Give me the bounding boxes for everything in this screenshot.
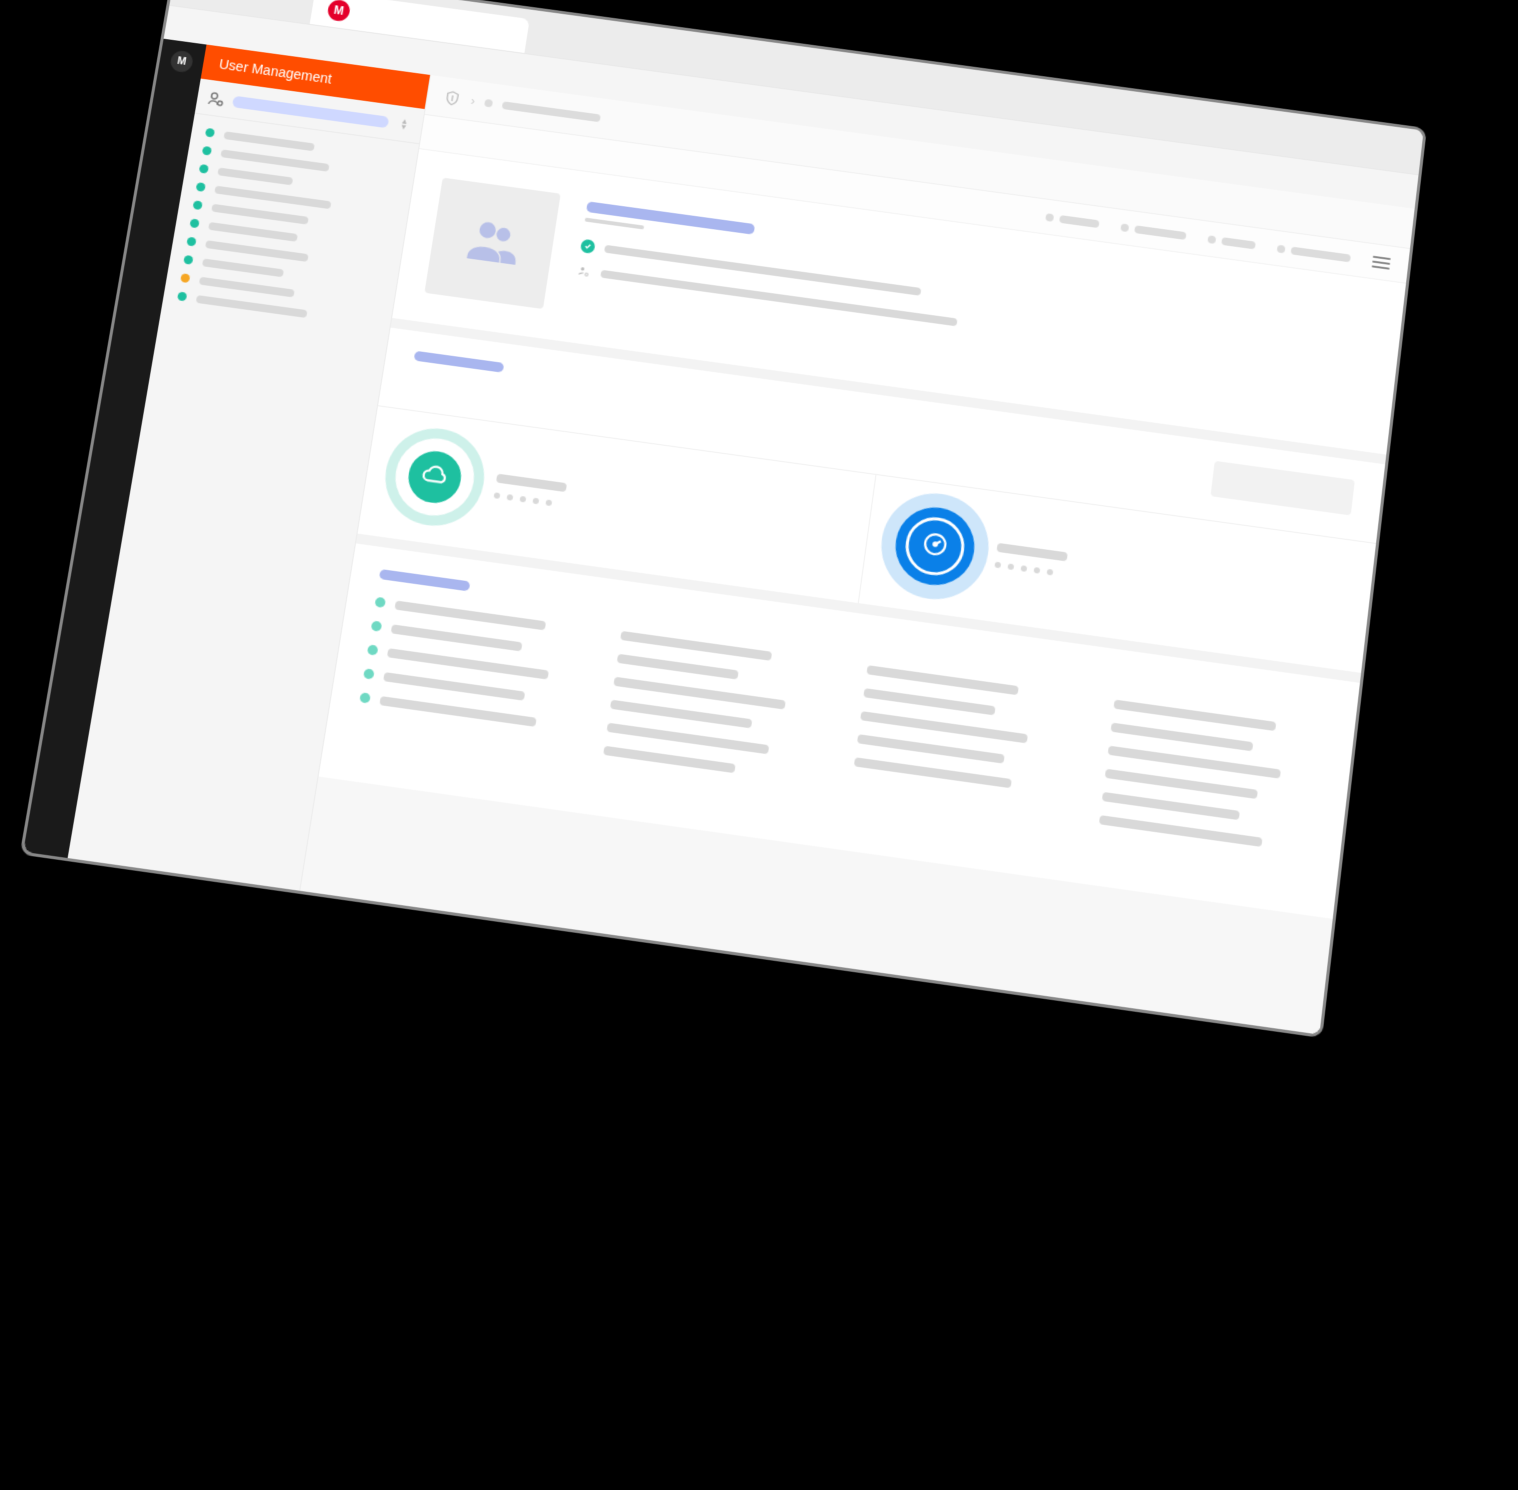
status-dot-icon [374, 597, 386, 608]
breadcrumb-separator-icon: › [470, 94, 476, 108]
profile-role-line [576, 264, 1367, 386]
people-icon [460, 210, 524, 276]
action-item[interactable] [1045, 213, 1099, 228]
status-dot-icon [205, 128, 215, 138]
details-col-2 [603, 631, 831, 784]
status-dot-icon [371, 621, 383, 632]
sort-toggle[interactable]: ▲▼ [395, 116, 413, 133]
status-dot-icon [359, 692, 371, 703]
avatar [424, 178, 560, 309]
status-dot-icon [186, 237, 196, 247]
profile-subtitle-placeholder [585, 218, 645, 230]
check-icon [580, 239, 596, 254]
status-dot-icon [177, 292, 187, 302]
main-panel: › [300, 75, 1414, 1035]
user-search-icon [206, 89, 226, 108]
shield-icon [442, 88, 462, 107]
action-item[interactable] [1120, 223, 1186, 240]
action-item[interactable] [1207, 235, 1255, 249]
placeholder-dots [494, 492, 565, 508]
user-list [161, 114, 419, 342]
status-dot-icon [189, 218, 199, 228]
status-dot-icon [363, 668, 375, 679]
details-title-placeholder [379, 569, 471, 591]
status-dot-icon [202, 146, 212, 156]
action-item[interactable] [1277, 244, 1351, 262]
section-title-placeholder [414, 351, 505, 373]
details-col-1 [356, 597, 585, 750]
profile-name-placeholder [586, 201, 755, 234]
status-dot-icon [193, 200, 203, 210]
hamburger-menu-icon[interactable] [1372, 255, 1391, 269]
section-action-button[interactable] [1210, 461, 1354, 516]
cloud-icon [417, 458, 452, 496]
status-dot-icon [367, 644, 379, 655]
rail-logo-icon[interactable]: M [169, 50, 194, 74]
breadcrumb-node-icon[interactable] [484, 98, 493, 107]
mega-logo-icon: M [326, 0, 351, 22]
status-dot-icon [199, 164, 209, 174]
transfer-gauge [890, 502, 978, 590]
breadcrumb-current[interactable] [502, 101, 601, 122]
person-cog-icon [576, 264, 592, 279]
status-dot-icon [183, 255, 193, 265]
browser-window: M M User Management [20, 0, 1427, 1038]
status-dot-icon [180, 273, 190, 283]
placeholder-dots [994, 561, 1065, 577]
transfer-meta [994, 542, 1067, 576]
details-col-3 [851, 665, 1079, 819]
speedometer-icon [917, 527, 952, 566]
storage-gauge [390, 433, 480, 520]
placeholder-line [496, 473, 567, 491]
placeholder-line [996, 542, 1067, 561]
details-col-4 [1099, 700, 1326, 854]
status-dot-icon [196, 182, 206, 192]
storage-meta [494, 473, 568, 507]
